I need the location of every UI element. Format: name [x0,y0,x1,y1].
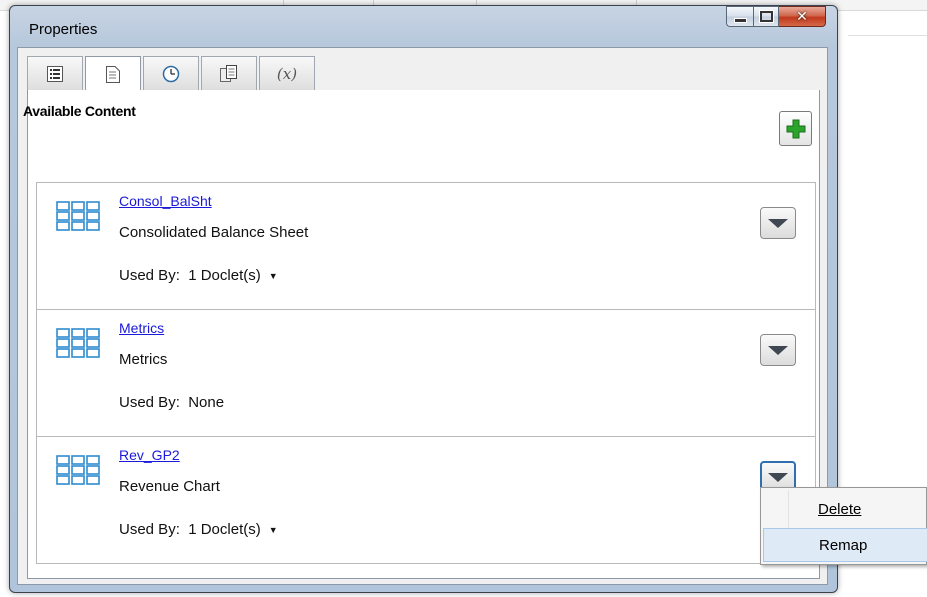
menu-item-label: Remap [819,537,868,554]
content-link[interactable]: Consol_BalSht [119,193,212,209]
grid-icon [56,455,100,485]
used-by-label: Used By: [119,521,180,538]
maximize-icon [759,11,773,22]
minimize-icon [733,17,747,23]
tab-document[interactable] [85,56,141,92]
content-description: Consolidated Balance Sheet [119,224,309,241]
minimize-button[interactable] [726,6,753,27]
clock-icon [162,65,180,82]
maximize-button[interactable] [753,6,779,27]
add-content-button[interactable] [779,111,812,146]
context-menu: Delete Remap [760,487,927,565]
caret-down-icon[interactable]: ▼ [269,525,278,535]
item-menu-button[interactable] [760,334,796,366]
copy-document-icon [220,64,237,82]
tab-list-view[interactable] [27,56,83,90]
tab-variables[interactable]: (x) [259,56,315,90]
used-by-value: 1 Doclet(s) [188,521,261,538]
used-by[interactable]: Used By: 1 Doclet(s) ▼ [119,521,278,538]
used-by-label: Used By: [119,267,180,284]
used-by: Used By: None [119,394,224,411]
close-button[interactable]: ✕ [779,6,826,27]
caret-down-icon[interactable]: ▼ [269,271,278,281]
triangle-down-icon [768,472,788,482]
list-icon [47,65,63,82]
title-bar[interactable]: Properties ✕ [10,6,837,46]
window-title: Properties [29,21,98,38]
grid-icon [56,328,100,358]
used-by[interactable]: Used By: 1 Doclet(s) ▼ [119,267,278,284]
tab-history[interactable] [143,56,199,90]
document-icon [106,66,120,83]
used-by-value: None [188,394,225,411]
content-link[interactable]: Metrics [119,320,164,336]
variable-icon: (x) [276,64,298,83]
window-controls: ✕ [726,6,826,28]
background-row-line [848,35,927,36]
menu-item-remap[interactable]: Remap [763,528,927,562]
tab-strip: (x) [27,56,317,92]
used-by-label: Used By: [119,394,180,411]
triangle-down-icon [768,345,788,355]
menu-item-delete[interactable]: Delete [763,493,927,527]
close-icon: ✕ [796,8,808,25]
content-description: Revenue Chart [119,478,220,495]
grid-icon [56,201,100,231]
used-by-value: 1 Doclet(s) [188,267,261,284]
triangle-down-icon [768,218,788,228]
section-title: Available Content [23,103,136,119]
plus-icon [786,119,805,138]
list-item: Metrics Metrics Used By: None [36,309,816,437]
content-link[interactable]: Rev_GP2 [119,447,180,463]
list-item: Rev_GP2 Revenue Chart Used By: 1 Doclet(… [36,436,816,564]
item-menu-button[interactable] [760,207,796,239]
menu-item-label: Delete [818,501,862,518]
list-item: Consol_BalSht Consolidated Balance Sheet… [36,182,816,310]
content-description: Metrics [119,351,168,368]
tab-copy[interactable] [201,56,257,90]
